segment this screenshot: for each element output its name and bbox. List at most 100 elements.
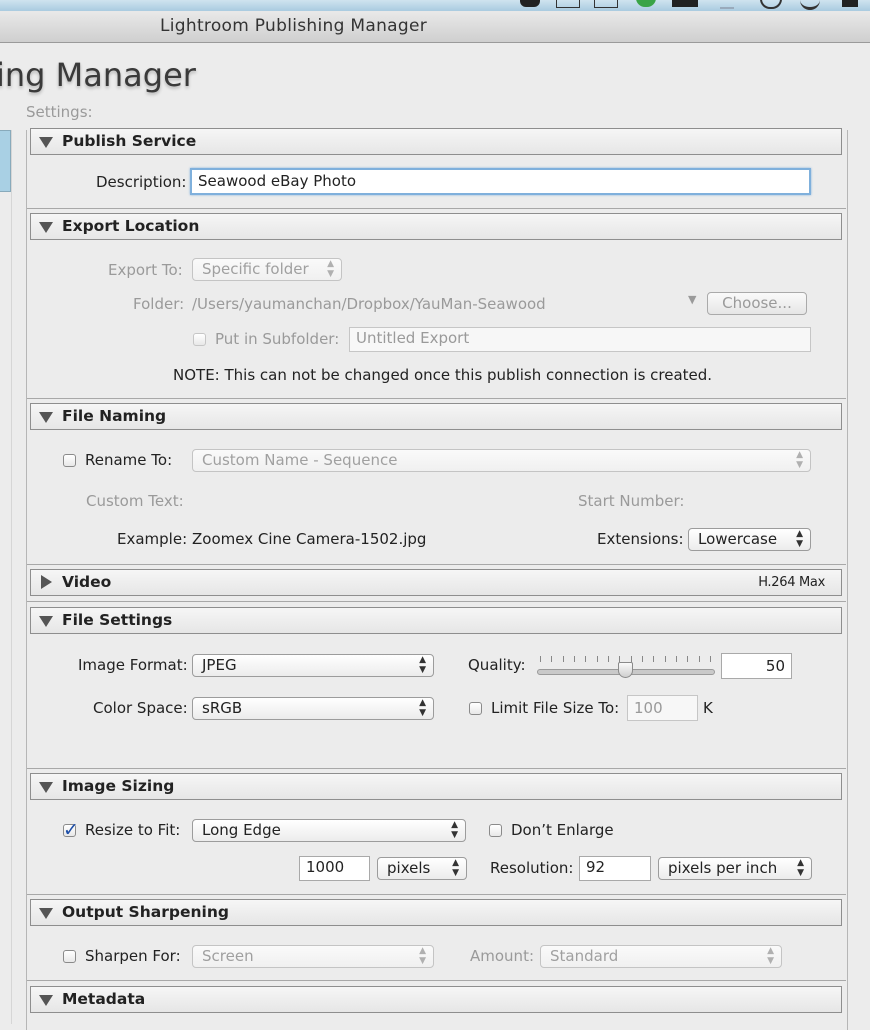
section-header-output-sharpening[interactable]: Output Sharpening (30, 899, 842, 926)
disclosure-closed-icon[interactable] (41, 575, 52, 589)
stepper-arrows-icon: ▲ ▼ (767, 946, 774, 966)
volume-icon[interactable] (842, 0, 858, 7)
slider-tick (698, 656, 700, 662)
airplay-icon[interactable] (672, 0, 698, 7)
export-location-note: NOTE: This can not be changed once this … (173, 366, 713, 384)
stepper-arrows-icon: ▲ ▼ (796, 450, 803, 470)
limit-size-input[interactable]: 100 (627, 695, 698, 721)
resolution-label: Resolution: (490, 859, 574, 877)
disclosure-open-icon[interactable] (39, 412, 53, 423)
slider-tick (551, 656, 553, 662)
time-machine-icon[interactable] (760, 0, 782, 9)
size-unit-select[interactable]: pixels ▲ ▼ (377, 857, 467, 880)
disclosure-open-icon[interactable] (39, 995, 53, 1006)
extensions-select[interactable]: Lowercase ▲ ▼ (688, 528, 811, 551)
section-header-file-naming[interactable]: File Naming (30, 403, 842, 430)
export-to-select[interactable]: Specific folder ▲ ▼ (192, 258, 342, 281)
slider-tick (562, 656, 564, 662)
section-divider (27, 980, 846, 981)
sharpen-for-select[interactable]: Screen ▲ ▼ (192, 945, 434, 968)
section-title: File Naming (62, 407, 167, 425)
color-space-label: Color Space: (93, 699, 188, 717)
resolution-input[interactable]: 92 (579, 856, 651, 881)
subfolder-input[interactable]: Untitled Export (349, 327, 811, 352)
resolution-unit-value: pixels per inch (668, 859, 778, 877)
section-title: Image Sizing (62, 777, 175, 795)
disclosure-open-icon[interactable] (39, 616, 53, 627)
amount-label: Amount: (470, 947, 534, 965)
video-summary: H.264 Max (758, 575, 825, 590)
section-title: File Settings (62, 611, 173, 629)
resize-to-fit-label: Resize to Fit: (85, 821, 181, 839)
stepper-arrows-icon: ▲ ▼ (419, 698, 426, 718)
example-filename: Zoomex Cine Camera-1502.jpg (192, 530, 427, 548)
quality-input[interactable]: 50 (721, 653, 792, 679)
quality-label: Quality: (468, 656, 526, 674)
wifi-icon[interactable] (800, 0, 820, 10)
slider-tick (540, 656, 541, 662)
slider-tick (676, 656, 677, 662)
subfolder-checkbox[interactable] (193, 333, 206, 346)
page-title: ing Manager (0, 56, 196, 94)
section-divider (27, 894, 846, 895)
section-header-file-settings[interactable]: File Settings (30, 607, 842, 634)
disclosure-open-icon[interactable] (39, 908, 53, 919)
section-header-metadata[interactable]: Metadata (30, 986, 842, 1013)
disclosure-open-icon[interactable] (39, 137, 53, 148)
dont-enlarge-checkbox[interactable] (489, 824, 502, 837)
image-format-label: Image Format: (78, 656, 188, 674)
limit-size-label: Limit File Size To: (491, 699, 620, 717)
slider-tick (608, 656, 609, 662)
settings-label: Settings: (26, 103, 93, 121)
bluetooth-icon[interactable] (720, 0, 734, 9)
extensions-label: Extensions: (597, 530, 684, 548)
stepper-arrows-icon: ▲ ▼ (419, 946, 426, 966)
color-space-select[interactable]: sRGB ▲ ▼ (192, 697, 434, 720)
display-icon[interactable] (556, 0, 580, 8)
section-header-image-sizing[interactable]: Image Sizing (30, 773, 842, 800)
sync-check-icon[interactable] (636, 0, 656, 7)
slider-tick (710, 656, 711, 662)
rename-template-select[interactable]: Custom Name - Sequence ▲ ▼ (192, 449, 811, 472)
folder-history-dropdown-icon[interactable]: ▼ (688, 293, 696, 306)
description-input[interactable]: Seawood eBay Photo (190, 168, 811, 195)
slider-tick (585, 656, 587, 662)
limit-size-checkbox[interactable] (469, 702, 482, 715)
long-edge-size-input[interactable]: 1000 (299, 856, 370, 881)
section-divider (27, 398, 846, 399)
image-format-select[interactable]: JPEG ▲ ▼ (192, 654, 434, 677)
checkmark-icon: ✓ (63, 819, 79, 841)
sharpen-for-label: Sharpen For: (85, 947, 181, 965)
folder-path: /Users/yaumanchan/Dropbox/YauMan-Seawood (192, 295, 546, 313)
resize-to-fit-checkbox[interactable]: ✓ (63, 819, 79, 841)
subfolder-label: Put in Subfolder: (215, 330, 340, 348)
slider-tick (642, 656, 643, 662)
description-label: Description: (96, 173, 187, 191)
disclosure-open-icon[interactable] (39, 782, 53, 793)
section-divider (27, 768, 846, 769)
dropbox-icon[interactable] (520, 0, 540, 7)
folder-label: Folder: (133, 295, 185, 313)
sharpen-checkbox[interactable] (63, 950, 76, 963)
amount-select[interactable]: Standard ▲ ▼ (540, 945, 782, 968)
limit-size-unit: K (703, 699, 713, 717)
choose-folder-button[interactable]: Choose... (707, 292, 807, 315)
disclosure-open-icon[interactable] (39, 222, 53, 233)
screen-icon[interactable] (594, 0, 618, 8)
window-title: Lightroom Publishing Manager (160, 16, 428, 36)
section-divider (27, 601, 846, 602)
quality-slider-thumb[interactable] (618, 662, 633, 678)
section-header-export-location[interactable]: Export Location (30, 213, 842, 240)
service-list-selection[interactable] (0, 130, 11, 192)
section-header-publish-service[interactable]: Publish Service (30, 128, 842, 155)
rename-checkbox[interactable] (63, 454, 76, 467)
stepper-arrows-icon: ▲ ▼ (796, 529, 803, 549)
resolution-unit-select[interactable]: pixels per inch ▲ ▼ (658, 857, 812, 880)
section-title: Metadata (62, 990, 146, 1008)
section-divider (27, 208, 846, 209)
start-number-label: Start Number: (578, 492, 685, 510)
section-header-video[interactable]: Video H.264 Max (30, 569, 842, 596)
window-title-bar: Lightroom Publishing Manager (0, 11, 870, 43)
resize-mode-select[interactable]: Long Edge ▲ ▼ (192, 819, 466, 842)
slider-tick (596, 656, 598, 662)
